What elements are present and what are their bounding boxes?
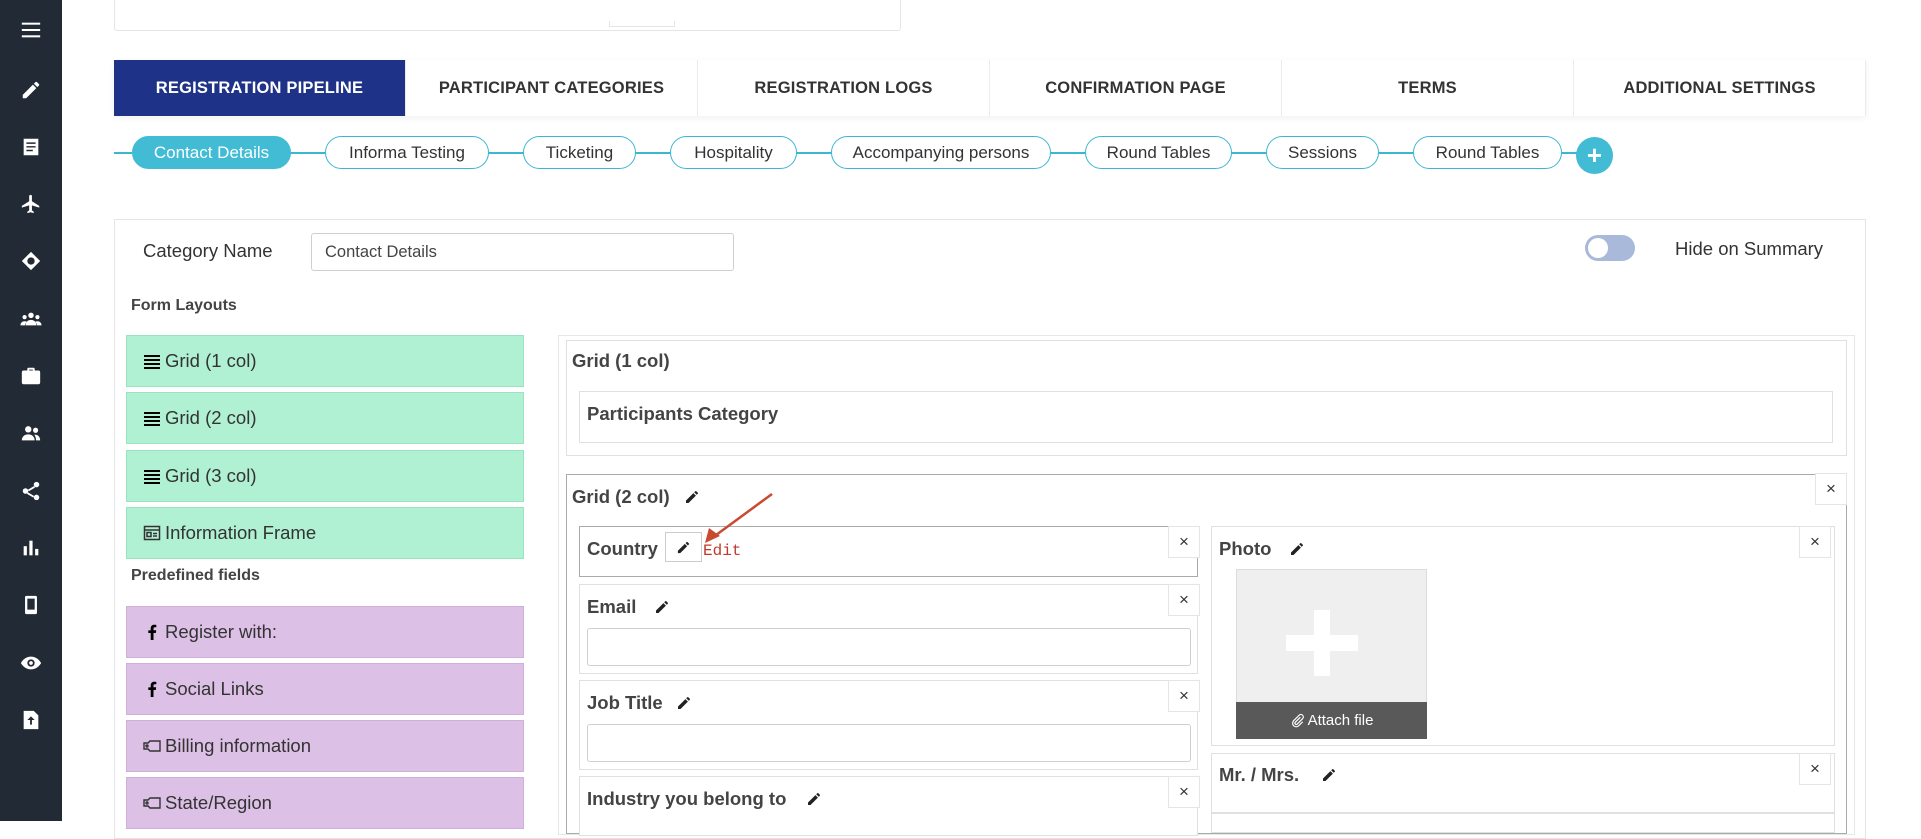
category-name-input[interactable] [311,233,734,271]
attach-file-button[interactable]: Attach file [1236,702,1427,739]
document-icon[interactable] [0,127,62,167]
hide-on-summary-label: Hide on Summary [1675,238,1824,259]
photo-label: Photo [1219,538,1272,559]
edit-photo-pencil-icon[interactable] [1289,541,1305,557]
job-title-label: Job Title [587,692,663,713]
rows-icon [143,409,161,427]
grid-2-col-title: Grid (2 col) [572,486,670,507]
attach-file-label: Attach file [1307,712,1374,729]
top-card [114,0,901,31]
tab-terms[interactable]: TERMS [1282,60,1574,116]
tab-registration-logs[interactable]: REGISTRATION LOGS [698,60,990,116]
pencil-icon [677,541,690,553]
field-label: State/Region [165,792,272,813]
add-step-button[interactable]: + [1576,137,1613,174]
country-edit-button[interactable] [665,532,702,562]
email-label: Email [587,596,637,617]
tab-bar: REGISTRATION PIPELINE PARTICIPANT CATEGO… [114,60,1866,116]
edit-arrow-annotation [705,492,773,543]
share-icon[interactable] [0,471,62,511]
hide-on-summary-toggle[interactable] [1585,235,1635,261]
layout-label: Grid (1 col) [165,350,257,371]
menu-icon[interactable] [0,10,62,50]
participants-category-label: Participants Category [587,403,779,424]
layout-label: Information Frame [165,522,317,543]
email-input[interactable] [587,628,1191,666]
predefined-register-with[interactable]: Register with: [126,606,524,658]
pipeline-step-accompanying-persons[interactable]: Accompanying persons [831,136,1051,169]
layout-grid-1-col[interactable]: Grid (1 col) [126,335,524,387]
pencil-icon[interactable] [0,70,62,110]
job-title-input[interactable] [587,724,1191,762]
category-name-label: Category Name [143,240,273,261]
pipeline-step-sessions[interactable]: Sessions [1266,136,1379,169]
close-job-title-button[interactable]: × [1168,680,1200,712]
edit-job-title-pencil-icon[interactable] [676,695,692,711]
mobile-icon[interactable] [0,585,62,625]
paperclip-icon [1291,714,1304,728]
layout-grid-3-col[interactable]: Grid (3 col) [126,450,524,502]
field-label: Register with: [165,621,278,642]
pipeline-step-round-tables-2[interactable]: Round Tables [1413,136,1562,169]
layout-information-frame[interactable]: Information Frame [126,507,524,559]
predefined-social-links[interactable]: Social Links [126,663,524,715]
briefcase-icon[interactable] [0,356,62,396]
top-card-tab [609,21,675,27]
edit-industry-pencil-icon[interactable] [806,791,822,807]
pipeline-step-hospitality[interactable]: Hospitality [670,136,797,169]
pipeline-step-contact-details[interactable]: Contact Details [132,136,291,169]
facebook-icon [143,623,161,641]
toggle-knob [1588,238,1608,258]
edit-email-pencil-icon[interactable] [654,599,670,615]
predefined-fields-title: Predefined fields [131,567,260,584]
industry-label: Industry you belong to [587,788,787,809]
title-field [1211,753,1835,813]
layout-grid-2-col[interactable]: Grid (2 col) [126,392,524,444]
form-layouts-title: Form Layouts [131,297,237,314]
pipeline-step-round-tables[interactable]: Round Tables [1085,136,1232,169]
tag-icon [143,737,161,755]
close-photo-button[interactable]: × [1799,526,1831,558]
layout-label: Grid (3 col) [165,465,257,486]
next-field [1211,813,1835,833]
pipeline: Contact Details Informa Testing Ticketin… [114,135,1614,174]
bar-chart-icon[interactable] [0,528,62,568]
close-title-button[interactable]: × [1799,753,1831,785]
tag-icon [143,794,161,812]
country-label: Country [587,538,658,559]
sidebar [0,0,62,821]
edit-title-pencil-icon[interactable] [1321,767,1337,783]
predefined-state-region[interactable]: State/Region [126,777,524,829]
close-email-button[interactable]: × [1168,584,1200,616]
plus-icon [1286,610,1358,676]
tab-confirmation-page[interactable]: CONFIRMATION PAGE [990,60,1282,116]
title-label: Mr. / Mrs. [1219,764,1300,785]
predefined-billing-information[interactable]: Billing information [126,720,524,772]
tab-additional-settings[interactable]: ADDITIONAL SETTINGS [1574,60,1866,116]
eye-icon[interactable] [0,643,62,683]
frame-icon [143,524,161,542]
close-country-button[interactable]: × [1168,526,1200,558]
close-industry-button[interactable]: × [1168,776,1200,808]
field-label: Billing information [165,735,312,756]
pipeline-step-informa-testing[interactable]: Informa Testing [325,136,489,169]
upload-icon[interactable] [0,700,62,740]
rows-icon [143,352,161,370]
tab-registration-pipeline[interactable]: REGISTRATION PIPELINE [114,60,406,116]
group-icon[interactable] [0,299,62,339]
facebook-icon [143,680,161,698]
layout-label: Grid (2 col) [165,407,257,428]
users-icon[interactable] [0,413,62,453]
airplane-icon[interactable] [0,184,62,224]
field-label: Social Links [165,678,264,699]
grid-1-col-title: Grid (1 col) [572,350,670,371]
rows-icon [143,467,161,485]
close-grid-2-button[interactable]: × [1815,473,1847,505]
ticket-icon[interactable] [0,241,62,281]
edit-grid-pencil-icon[interactable] [684,489,700,505]
tab-participant-categories[interactable]: PARTICIPANT CATEGORIES [406,60,698,116]
pipeline-step-ticketing[interactable]: Ticketing [523,136,636,169]
